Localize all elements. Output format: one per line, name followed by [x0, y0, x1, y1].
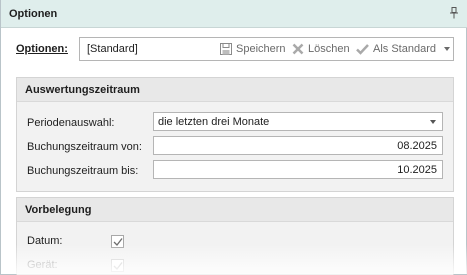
save-button[interactable]: Speichern [220, 43, 286, 55]
device-label: Gerät: [27, 259, 58, 271]
period-selection-value: die letzten drei Monate [158, 116, 270, 128]
booking-period-from-value: 08.2025 [397, 140, 437, 152]
checkmark-icon [113, 238, 123, 246]
booking-period-from-field[interactable]: 08.2025 [153, 136, 443, 155]
options-panel: Optionen Optionen: [Standard] Speichern … [0, 0, 467, 275]
booking-period-to-label: Buchungszeitraum bis: [27, 165, 139, 177]
device-checkbox[interactable] [111, 259, 124, 272]
chevron-down-icon [430, 120, 436, 124]
booking-period-to-field[interactable]: 10.2025 [153, 160, 443, 179]
chevron-down-icon[interactable] [443, 47, 450, 51]
delete-icon [292, 43, 304, 55]
preset-heading: Vorbelegung [17, 198, 453, 222]
checkmark-icon [113, 262, 123, 270]
panel-title: Optionen [9, 8, 58, 20]
period-selection-label: Periodenauswahl: [27, 117, 115, 129]
checkmark-icon [356, 44, 369, 55]
set-default-button[interactable]: Als Standard [356, 43, 450, 55]
preset-section: Vorbelegung Datum: Gerät: [16, 197, 454, 275]
save-label: Speichern [236, 43, 286, 55]
evaluation-period-heading: Auswertungszeitraum [17, 78, 453, 102]
booking-period-from-label: Buchungszeitraum von: [27, 141, 142, 153]
options-label: Optionen: [16, 43, 68, 55]
pin-icon[interactable] [449, 7, 459, 19]
set-default-label: Als Standard [373, 43, 436, 55]
booking-period-to-value: 10.2025 [397, 164, 437, 176]
options-selector[interactable]: [Standard] Speichern Löschen Als Standar… [79, 37, 454, 61]
save-icon [220, 43, 232, 55]
panel-titlebar: Optionen [1, 0, 467, 28]
evaluation-period-section: Auswertungszeitraum Periodenauswahl: die… [16, 77, 454, 192]
delete-label: Löschen [308, 43, 350, 55]
date-label: Datum: [27, 235, 63, 247]
options-value: [Standard] [87, 43, 138, 55]
period-selection-dropdown[interactable]: die letzten drei Monate [153, 112, 443, 131]
delete-button[interactable]: Löschen [292, 43, 350, 55]
date-checkbox[interactable] [111, 235, 124, 248]
